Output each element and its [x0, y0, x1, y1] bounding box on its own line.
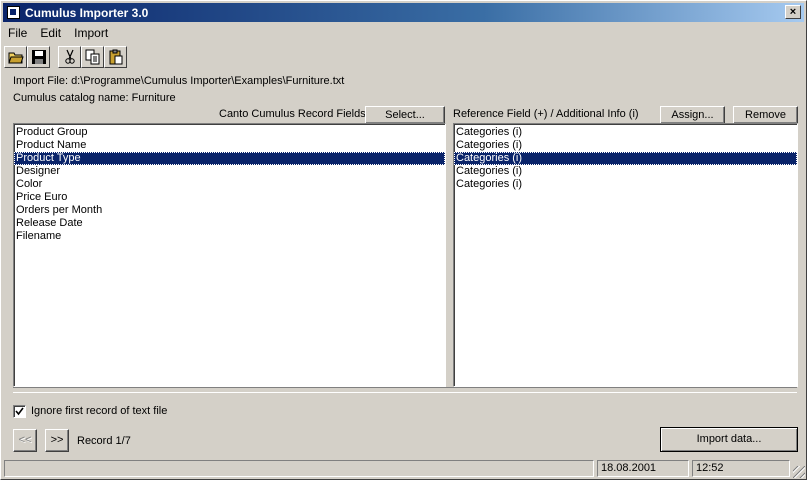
open-button[interactable] [4, 46, 27, 68]
panel-divider [13, 387, 797, 393]
resize-grip-icon[interactable] [793, 466, 805, 478]
toolbar [3, 45, 133, 71]
checkmark-icon [15, 407, 24, 416]
record-counter: Record 1/7 [77, 435, 131, 447]
record-fields-list[interactable]: Product Group Product Name Product Type Des… [13, 123, 446, 387]
previous-record-button[interactable]: << [13, 429, 37, 452]
app-window: Cumulus Importer 3.0 × File Edit Import [0, 0, 807, 480]
reference-field-item[interactable]: Categories (i) [454, 178, 797, 191]
paste-button[interactable] [104, 46, 127, 68]
title-bar[interactable]: Cumulus Importer 3.0 × [3, 3, 804, 22]
status-message [4, 460, 594, 477]
ignore-first-record-label[interactable]: Ignore first record of text file [31, 405, 167, 417]
copy-icon [85, 49, 100, 65]
window-title: Cumulus Importer 3.0 [25, 6, 149, 20]
menu-file[interactable]: File [3, 24, 32, 42]
reference-field-header: Reference Field (+) / Additional Info (i… [453, 108, 639, 120]
reference-field-item[interactable]: Categories (i) [454, 165, 797, 178]
status-time: 12:52 [692, 460, 790, 477]
import-data-button[interactable]: Import data... [660, 427, 798, 452]
reference-field-item[interactable]: Categories (i) [454, 126, 797, 139]
select-button[interactable]: Select... [365, 106, 445, 124]
assign-button[interactable]: Assign... [660, 106, 725, 124]
cut-button[interactable] [58, 46, 81, 68]
paste-icon [109, 49, 123, 65]
menu-bar: File Edit Import [3, 24, 113, 42]
remove-button[interactable]: Remove [733, 106, 798, 124]
record-field-item[interactable]: Filename [14, 230, 445, 243]
record-field-item[interactable]: Product Type [14, 152, 445, 165]
record-field-item[interactable]: Price Euro [14, 191, 445, 204]
close-button[interactable]: × [785, 5, 801, 19]
record-field-item[interactable]: Designer [14, 165, 445, 178]
cut-icon [65, 49, 75, 64]
open-folder-icon [8, 52, 24, 64]
copy-button[interactable] [81, 46, 104, 68]
catalog-name: Cumulus catalog name: Furniture [13, 92, 176, 104]
record-fields-header: Canto Cumulus Record Fields [219, 108, 366, 120]
reference-field-list[interactable]: Categories (i) Categories (i) Categories (… [453, 123, 798, 387]
record-field-item[interactable]: Product Group [14, 126, 445, 139]
record-field-item[interactable]: Orders per Month [14, 204, 445, 217]
menu-import[interactable]: Import [69, 24, 113, 42]
reference-field-item[interactable]: Categories (i) [454, 139, 797, 152]
record-field-item[interactable]: Product Name [14, 139, 445, 152]
status-bar: 18.08.2001 12:52 [4, 460, 805, 478]
import-file-path: Import File: d:\Programme\Cumulus Import… [13, 75, 345, 87]
save-icon [32, 50, 46, 64]
save-button[interactable] [27, 46, 50, 68]
status-date: 18.08.2001 [597, 460, 689, 477]
record-field-item[interactable]: Release Date [14, 217, 445, 230]
record-field-item[interactable]: Color [14, 178, 445, 191]
app-icon [7, 6, 20, 19]
next-record-button[interactable]: >> [45, 429, 69, 452]
reference-field-item[interactable]: Categories (i) [454, 152, 797, 165]
menu-edit[interactable]: Edit [35, 24, 66, 42]
ignore-first-record-checkbox[interactable] [13, 405, 26, 418]
